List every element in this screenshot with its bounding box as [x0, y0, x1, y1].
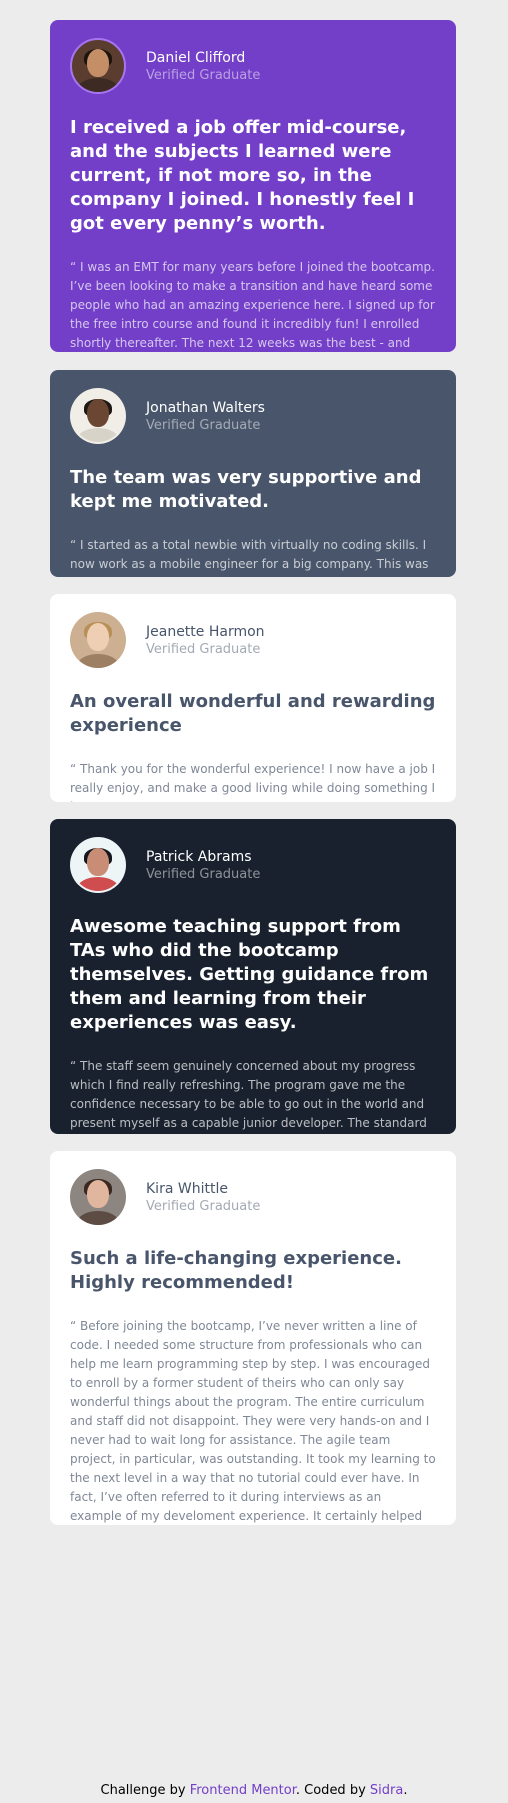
- testimonial-headline: The team was very supportive and kept me…: [70, 467, 422, 512]
- testimonial-card-daniel: Daniel Clifford Verified Graduate I rece…: [50, 20, 456, 352]
- testimonial-headline: Such a life-changing experience. Highly …: [70, 1248, 402, 1293]
- testimonial-card-jeanette: Jeanette Harmon Verified Graduate An ove…: [50, 594, 456, 802]
- person-role: Verified Graduate: [146, 1198, 261, 1214]
- avatar: [70, 837, 126, 893]
- testimonial-quote: “ I was an EMT for many years before I j…: [70, 260, 435, 350]
- attribution-suffix: .: [403, 1783, 408, 1798]
- testimonial-quote: “ I started as a total newbie with virtu…: [70, 538, 429, 577]
- person-role: Verified Graduate: [146, 417, 261, 433]
- card-header: Daniel Clifford Verified Graduate: [70, 38, 436, 94]
- shoulders-shape: [77, 654, 119, 668]
- card-header: Jeanette Harmon Verified Graduate: [70, 612, 436, 668]
- person-name: Jeanette Harmon: [146, 623, 265, 640]
- card-header: Jonathan Walters Verified Graduate: [70, 388, 436, 444]
- person-role: Verified Graduate: [146, 866, 261, 882]
- face-shape: [87, 847, 109, 876]
- face-shape: [87, 398, 109, 427]
- testimonial-quote: “ The staff seem genuinely concerned abo…: [70, 1059, 427, 1130]
- attribution-prefix: Challenge by: [100, 1783, 190, 1798]
- testimonial-headline: An overall wonderful and rewarding exper…: [70, 691, 436, 736]
- person-info: Kira Whittle Verified Graduate: [146, 1180, 260, 1215]
- shoulders-shape: [77, 78, 119, 92]
- avatar: [70, 1169, 126, 1225]
- person-info: Daniel Clifford Verified Graduate: [146, 49, 260, 84]
- person-name: Kira Whittle: [146, 1180, 228, 1197]
- shoulders-shape: [77, 877, 119, 891]
- testimonial-card-jonathan: Jonathan Walters Verified Graduate The t…: [50, 370, 456, 577]
- face-shape: [87, 1179, 109, 1208]
- shoulders-shape: [77, 428, 119, 442]
- avatar: [70, 612, 126, 668]
- person-name: Patrick Abrams: [146, 848, 252, 865]
- person-role: Verified Graduate: [146, 641, 261, 657]
- attribution-footer: Challenge by Frontend Mentor. Coded by S…: [0, 1782, 508, 1800]
- testimonial-headline: I received a job offer mid-course, and t…: [70, 117, 415, 234]
- testimonial-quote: “ Before joining the bootcamp, I’ve neve…: [70, 1319, 436, 1523]
- testimonials-page: Daniel Clifford Verified Graduate I rece…: [0, 0, 508, 1803]
- avatar: [70, 38, 126, 94]
- person-info: Patrick Abrams Verified Graduate: [146, 848, 260, 883]
- shoulders-shape: [77, 1211, 119, 1225]
- testimonial-card-patrick: Patrick Abrams Verified Graduate Awesome…: [50, 819, 456, 1134]
- card-header: Patrick Abrams Verified Graduate: [70, 837, 436, 893]
- testimonial-card-kira: Kira Whittle Verified Graduate Such a li…: [50, 1151, 456, 1525]
- avatar: [70, 388, 126, 444]
- author-link[interactable]: Sidra: [370, 1783, 403, 1798]
- person-name: Jonathan Walters: [146, 399, 265, 416]
- frontend-mentor-link[interactable]: Frontend Mentor: [190, 1783, 296, 1798]
- testimonial-quote: “ Thank you for the wonderful experience…: [70, 762, 436, 802]
- person-role: Verified Graduate: [146, 67, 261, 83]
- face-shape: [87, 622, 109, 651]
- person-name: Daniel Clifford: [146, 49, 246, 66]
- testimonial-headline: Awesome teaching support from TAs who di…: [70, 916, 429, 1033]
- person-info: Jeanette Harmon Verified Graduate: [146, 623, 265, 658]
- person-info: Jonathan Walters Verified Graduate: [146, 399, 265, 434]
- card-header: Kira Whittle Verified Graduate: [70, 1169, 436, 1225]
- attribution-middle: . Coded by: [295, 1783, 370, 1798]
- face-shape: [87, 48, 109, 77]
